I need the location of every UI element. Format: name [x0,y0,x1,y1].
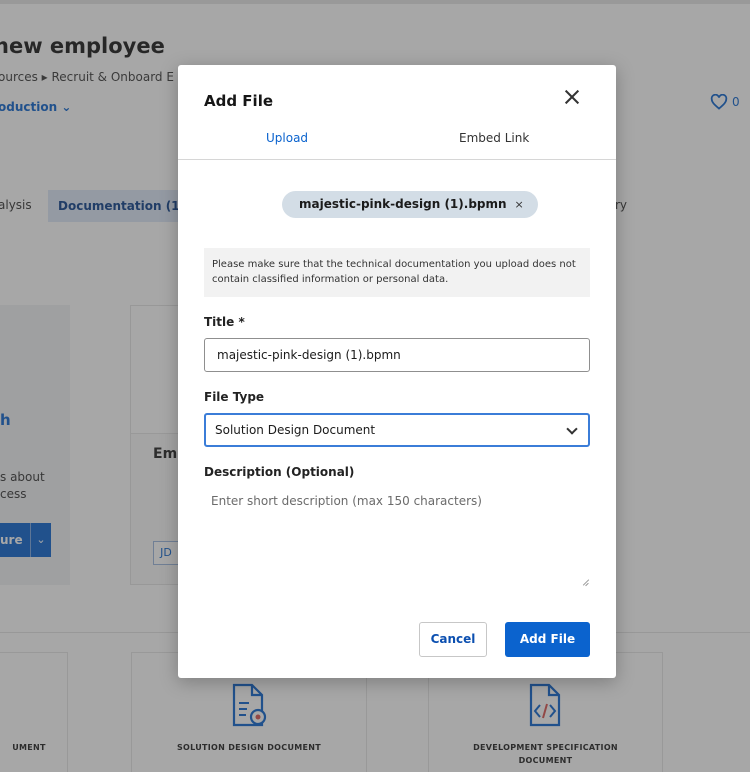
file-type-label: File Type [204,390,265,404]
close-icon[interactable] [562,87,582,107]
resize-handle-icon[interactable] [580,577,590,587]
upload-notice: Please make sure that the technical docu… [204,248,590,297]
remove-file-icon[interactable]: × [515,191,524,218]
description-label: Description (Optional) [204,465,355,479]
file-chip-name: majestic-pink-design (1).bpmn [299,197,507,211]
description-textarea[interactable]: Enter short description (max 150 charact… [204,488,590,588]
file-type-value: Solution Design Document [215,423,376,437]
tab-upload[interactable]: Upload [266,131,308,145]
cancel-button[interactable]: Cancel [419,622,487,657]
uploaded-file-chip: majestic-pink-design (1).bpmn × [282,191,538,218]
file-type-select[interactable]: Solution Design Document [204,413,590,447]
add-file-button[interactable]: Add File [505,622,590,657]
tab-embed-link[interactable]: Embed Link [459,131,529,145]
add-file-dialog: Add File Upload Embed Link majestic-pink… [178,65,616,678]
dialog-title: Add File [204,92,274,110]
dialog-tabs: Upload Embed Link [178,125,616,160]
title-input[interactable]: majestic-pink-design (1).bpmn [204,338,590,372]
chevron-down-icon [566,423,578,435]
title-label: Title * [204,315,245,329]
